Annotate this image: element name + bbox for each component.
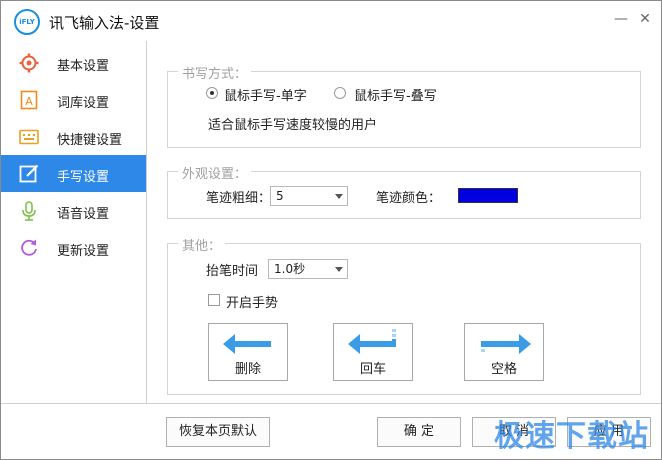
footer-divider bbox=[1, 403, 661, 404]
settings-window: iFLY 讯飞输入法-设置 — ✕ 基本设置 A 词库设置 快捷键设置 手写设置… bbox=[0, 0, 662, 460]
mode-description: 适合鼠标手写速度较慢的用户 bbox=[208, 118, 378, 133]
single-char-label[interactable]: 鼠标手写-单字 bbox=[224, 85, 307, 104]
right-arrow-icon bbox=[481, 334, 531, 354]
sidebar: 基本设置 A 词库设置 快捷键设置 手写设置 语音设置 更新设置 bbox=[1, 41, 147, 403]
other-legend: 其他： bbox=[178, 235, 226, 254]
lift-time-label: 抬笔时间 bbox=[206, 264, 259, 279]
sidebar-item-dictionary[interactable]: A 词库设置 bbox=[1, 81, 146, 118]
gesture-delete-label: 删除 bbox=[234, 362, 261, 377]
sidebar-item-label: 手写设置 bbox=[57, 170, 110, 185]
gesture-space-button[interactable]: 空格 bbox=[464, 323, 544, 381]
gesture-checkbox[interactable] bbox=[208, 294, 220, 306]
stroke-width-label: 笔迹粗细： bbox=[206, 191, 272, 206]
watermark: 极速下载站 bbox=[494, 419, 649, 454]
minimize-button[interactable]: — bbox=[611, 9, 631, 29]
handwriting-settings-panel: 书写方式： 鼠标手写-单字 鼠标手写-叠写 适合鼠标手写速度较慢的用户 外观设置… bbox=[147, 41, 661, 403]
writing-mode-legend: 书写方式： bbox=[178, 63, 252, 82]
sidebar-item-voice[interactable]: 语音设置 bbox=[1, 192, 146, 229]
restore-defaults-button[interactable]: 恢复本页默认 bbox=[166, 417, 270, 447]
sidebar-item-label: 语音设置 bbox=[57, 207, 110, 222]
ifly-logo: iFLY bbox=[14, 9, 40, 35]
stroke-width-select[interactable]: 5 bbox=[270, 186, 348, 206]
sidebar-item-label: 快捷键设置 bbox=[57, 133, 123, 148]
gesture-enter-button[interactable]: 回车 bbox=[333, 323, 413, 381]
appearance-group: 外观设置： 笔迹粗细： 5 笔迹颜色： bbox=[167, 163, 641, 219]
refresh-icon bbox=[21, 239, 37, 256]
lift-time-select[interactable]: 1.0秒 bbox=[268, 259, 348, 279]
left-arrow-icon bbox=[223, 334, 271, 354]
title-bar: iFLY 讯飞输入法-设置 — ✕ bbox=[1, 1, 661, 41]
pen-edit-icon bbox=[19, 164, 39, 183]
sidebar-item-handwriting[interactable]: 手写设置 bbox=[1, 155, 146, 192]
gear-icon bbox=[19, 53, 39, 73]
keyboard-icon bbox=[19, 129, 39, 145]
gesture-enter-label: 回车 bbox=[359, 362, 386, 377]
chevron-down-icon bbox=[335, 267, 343, 272]
dictionary-icon: A bbox=[20, 90, 38, 110]
stroke-color-swatch[interactable] bbox=[458, 188, 518, 203]
gesture-delete-button[interactable]: 删除 bbox=[208, 323, 288, 381]
chevron-down-icon bbox=[335, 194, 343, 199]
gesture-space-label: 空格 bbox=[490, 362, 517, 377]
ok-button[interactable]: 确 定 bbox=[377, 417, 461, 447]
appearance-legend: 外观设置： bbox=[178, 163, 252, 182]
sidebar-item-basic[interactable]: 基本设置 bbox=[1, 44, 146, 81]
stroke-width-value: 5 bbox=[276, 189, 284, 203]
sidebar-item-label: 更新设置 bbox=[57, 244, 110, 259]
sidebar-item-update[interactable]: 更新设置 bbox=[1, 229, 146, 266]
sidebar-item-label: 基本设置 bbox=[57, 59, 110, 74]
sidebar-item-label: 词库设置 bbox=[57, 96, 110, 111]
overlap-label[interactable]: 鼠标手写-叠写 bbox=[354, 85, 437, 104]
window-title: 讯飞输入法-设置 bbox=[49, 14, 160, 32]
lift-time-value: 1.0秒 bbox=[274, 262, 306, 276]
close-button[interactable]: ✕ bbox=[635, 9, 655, 29]
gesture-label[interactable]: 开启手势 bbox=[226, 292, 278, 311]
enter-arrow-icon bbox=[348, 329, 396, 354]
sidebar-item-shortcuts[interactable]: 快捷键设置 bbox=[1, 118, 146, 155]
single-char-radio[interactable] bbox=[206, 87, 218, 99]
logo-text: iFLY bbox=[19, 18, 35, 26]
other-group: 其他： 抬笔时间 1.0秒 开启手势 删除 回车 空格 bbox=[167, 235, 641, 395]
overlap-radio[interactable] bbox=[334, 87, 346, 99]
microphone-icon bbox=[22, 201, 36, 221]
svg-text:A: A bbox=[25, 95, 33, 108]
stroke-color-label: 笔迹颜色： bbox=[376, 191, 442, 206]
writing-mode-group: 书写方式： 鼠标手写-单字 鼠标手写-叠写 适合鼠标手写速度较慢的用户 bbox=[167, 63, 641, 148]
